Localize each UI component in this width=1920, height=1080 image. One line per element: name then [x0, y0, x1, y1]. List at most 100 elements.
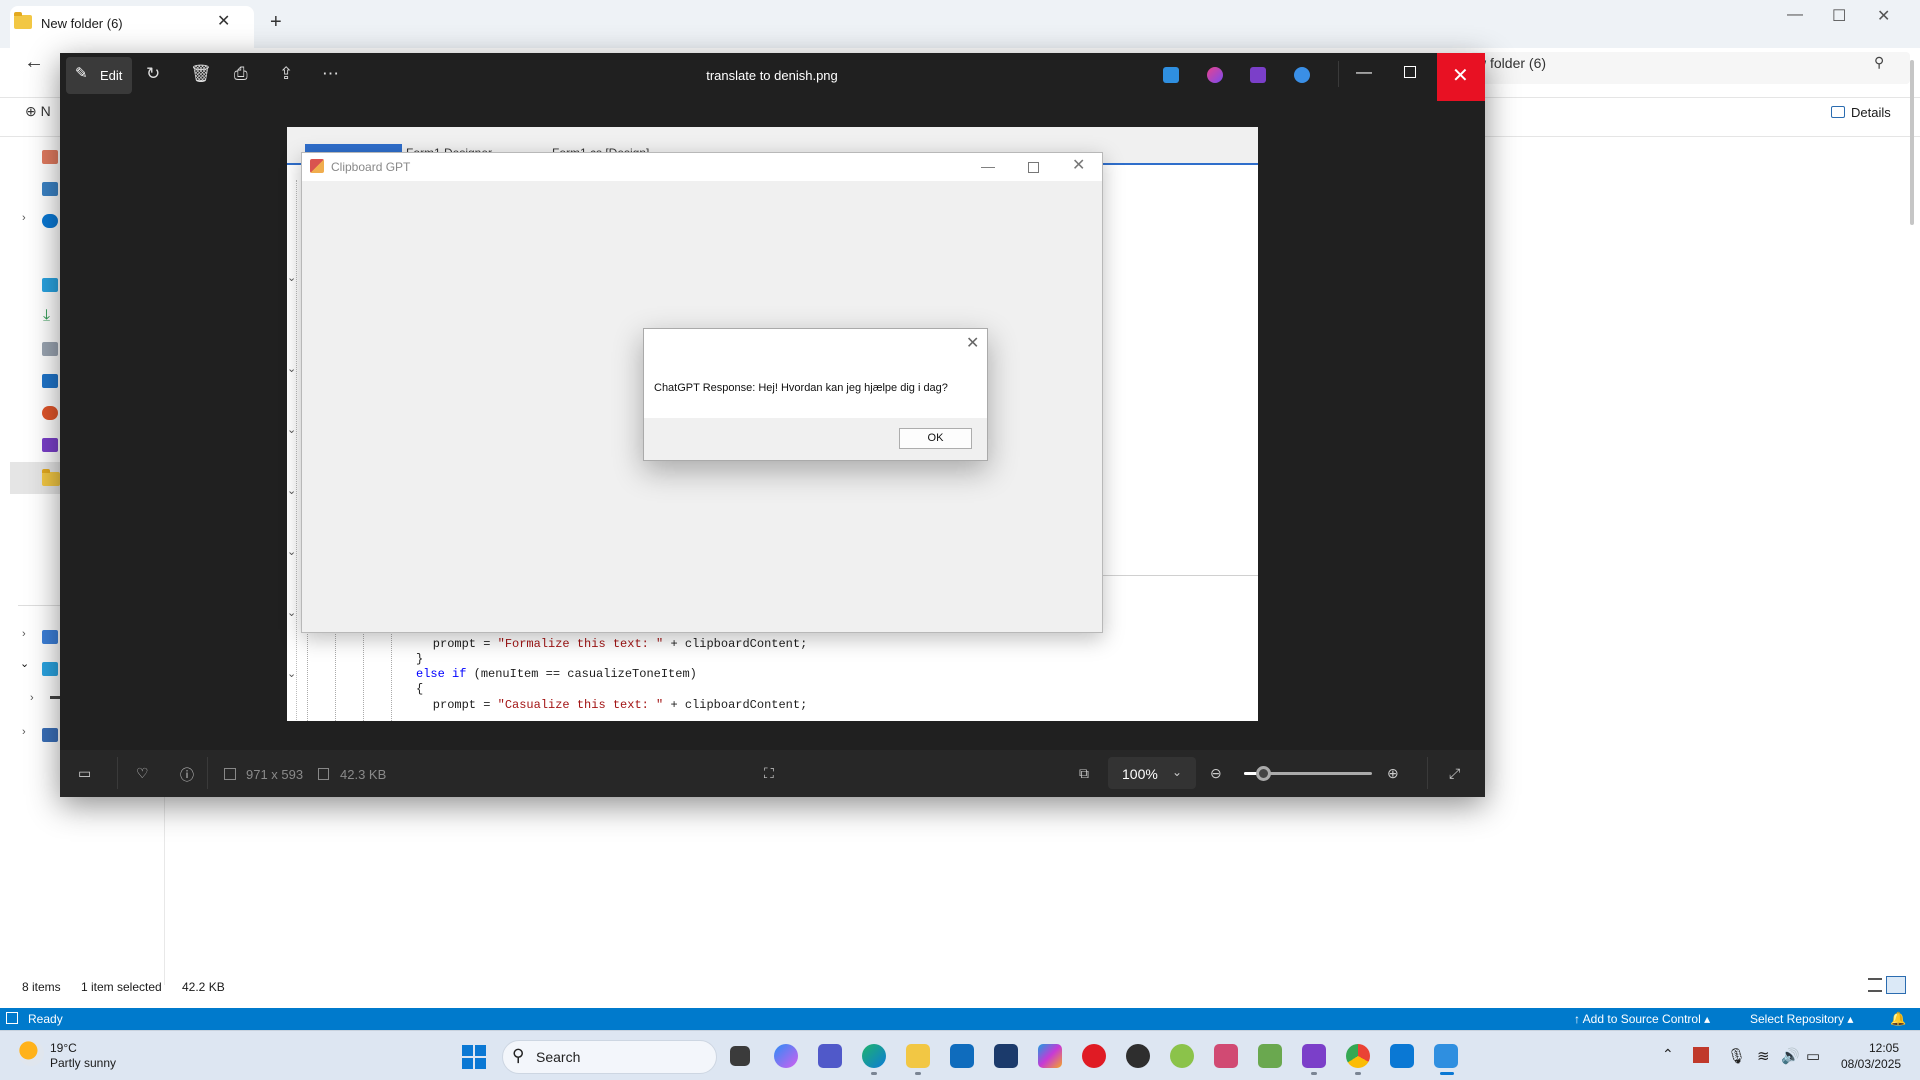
weather-temperature[interactable]: 19°C	[50, 1041, 77, 1055]
clock-date[interactable]: 08/03/2025	[1841, 1057, 1901, 1071]
home-icon[interactable]	[42, 150, 58, 164]
visual-search-icon[interactable]: ⛶	[764, 765, 774, 782]
new-button-label: N	[40, 103, 51, 119]
indent-guide	[391, 630, 392, 721]
add-to-source-control-button[interactable]: ↑ Add to Source Control ▴	[1574, 1012, 1710, 1026]
filmstrip-icon[interactable]: ▭	[78, 765, 91, 782]
photos-icon[interactable]	[1434, 1044, 1458, 1068]
app-window-icon[interactable]	[1390, 1044, 1414, 1068]
battery-icon[interactable]: ▭	[1806, 1047, 1820, 1065]
wifi-icon[interactable]: ≋	[1757, 1047, 1770, 1065]
bar-separator	[117, 757, 118, 789]
pictures-icon[interactable]	[42, 374, 58, 388]
store-icon[interactable]	[994, 1044, 1018, 1068]
close-icon[interactable]: ✕	[1452, 63, 1469, 88]
github-icon[interactable]	[1126, 1044, 1150, 1068]
network-icon[interactable]	[42, 728, 58, 742]
visual-studio-icon[interactable]	[1302, 1044, 1326, 1068]
microphone-icon[interactable]: 🎙	[1727, 1047, 1746, 1065]
minimize-icon: —	[981, 158, 995, 174]
fit-to-window-icon[interactable]: ⧉	[1079, 765, 1089, 782]
gallery-icon[interactable]	[42, 182, 58, 196]
chart-app-icon[interactable]	[1258, 1044, 1282, 1068]
list-view-icon[interactable]	[1868, 978, 1882, 992]
opera-icon[interactable]	[1082, 1044, 1106, 1068]
fullscreen-icon[interactable]: ⤢	[1449, 765, 1460, 782]
tray-app-icon[interactable]	[1693, 1047, 1709, 1063]
snipping-tool-icon[interactable]	[1214, 1044, 1238, 1068]
status-size: 42.2 KB	[182, 980, 225, 994]
fold-chevron-icon: ⌄	[287, 363, 297, 375]
running-indicator	[915, 1072, 921, 1075]
rotate-icon[interactable]: ↻	[146, 64, 160, 84]
video-editor-icon[interactable]	[1250, 67, 1266, 83]
code-line: {	[416, 682, 424, 696]
chrome-icon[interactable]	[1346, 1044, 1370, 1068]
delete-icon[interactable]: 🗑	[190, 64, 212, 84]
file-explorer-icon[interactable]	[906, 1044, 930, 1068]
code-gutter	[287, 180, 297, 720]
share-icon[interactable]: ⇪	[279, 64, 293, 84]
designer-icon[interactable]	[1163, 67, 1179, 83]
onedrive-sync-icon[interactable]	[1294, 67, 1310, 83]
favorite-heart-icon[interactable]: ♡	[136, 765, 149, 782]
zoom-slider-thumb[interactable]	[1256, 766, 1271, 781]
minimize-icon[interactable]: —	[1787, 6, 1803, 24]
chevron-down-icon[interactable]: ⌄	[20, 657, 29, 670]
close-icon[interactable]: ✕	[1877, 6, 1890, 26]
vertical-scrollbar[interactable]	[1910, 60, 1914, 225]
m365-icon[interactable]	[1038, 1044, 1062, 1068]
teams-icon[interactable]	[818, 1044, 842, 1068]
taskbar-search[interactable]	[502, 1040, 717, 1074]
start-button[interactable]	[462, 1045, 486, 1069]
zoom-out-icon[interactable]: ⊖	[1210, 765, 1222, 782]
info-icon[interactable]: ⓘ	[180, 765, 194, 785]
more-options-icon[interactable]: ⋯	[322, 64, 339, 84]
notification-bell-icon[interactable]: 🔔	[1890, 1011, 1906, 1027]
clipchamp-icon[interactable]	[1207, 67, 1223, 83]
chevron-right-icon[interactable]: ›	[22, 628, 26, 640]
maximize-icon[interactable]	[1404, 66, 1416, 78]
music-icon[interactable]	[42, 406, 58, 420]
show-hidden-icons-icon[interactable]: ⌃	[1662, 1046, 1674, 1063]
fold-chevron-icon: ⌄	[287, 272, 297, 284]
minimize-icon[interactable]: —	[1356, 64, 1372, 82]
documents-icon[interactable]	[42, 342, 58, 356]
clipboard-gpt-title: Clipboard GPT	[331, 160, 411, 174]
clock-time[interactable]: 12:05	[1869, 1041, 1899, 1055]
new-button[interactable]: ⊕ N	[25, 103, 51, 120]
copilot-icon[interactable]	[774, 1044, 798, 1068]
desktop-icon[interactable]	[42, 278, 58, 292]
this-pc-icon[interactable]	[42, 662, 58, 676]
volume-icon[interactable]: 🔊	[1781, 1047, 1800, 1065]
videos-icon[interactable]	[42, 438, 58, 452]
fold-chevron-icon: ⌄	[287, 668, 297, 680]
folder-icon[interactable]	[42, 469, 60, 486]
app-icon[interactable]	[1170, 1044, 1194, 1068]
fold-chevron-icon: ⌄	[287, 546, 297, 558]
chevron-right-icon[interactable]: ›	[30, 692, 34, 704]
select-repository-button[interactable]: Select Repository ▴	[1750, 1012, 1853, 1026]
downloads-icon[interactable]: ⤓	[43, 307, 50, 325]
tab-close-icon[interactable]: ✕	[217, 11, 230, 31]
back-arrow-icon[interactable]: ←	[24, 51, 44, 74]
details-button[interactable]: Details	[1851, 105, 1891, 120]
weather-icon[interactable]	[18, 1040, 44, 1066]
indent-guide	[335, 630, 336, 721]
tiles-view-icon[interactable]	[1886, 976, 1906, 994]
fold-chevron-icon: ⌄	[287, 424, 297, 436]
search-icon[interactable]: ⚲	[1874, 54, 1884, 71]
close-icon: ✕	[1072, 157, 1086, 174]
maximize-icon[interactable]: ☐	[1832, 6, 1846, 26]
chevron-right-icon[interactable]: ›	[22, 212, 26, 224]
chevron-right-icon[interactable]: ›	[22, 726, 26, 738]
task-view-icon[interactable]	[730, 1046, 750, 1066]
new-tab-button[interactable]: +	[270, 11, 282, 34]
edge-icon[interactable]	[862, 1044, 886, 1068]
network-share-icon[interactable]	[42, 630, 58, 644]
print-icon[interactable]: ⎙	[234, 64, 248, 84]
zoom-in-icon[interactable]: ⊕	[1387, 765, 1399, 782]
outlook-icon[interactable]	[950, 1044, 974, 1068]
weather-description[interactable]: Partly sunny	[50, 1056, 116, 1070]
onedrive-icon[interactable]	[42, 214, 58, 228]
